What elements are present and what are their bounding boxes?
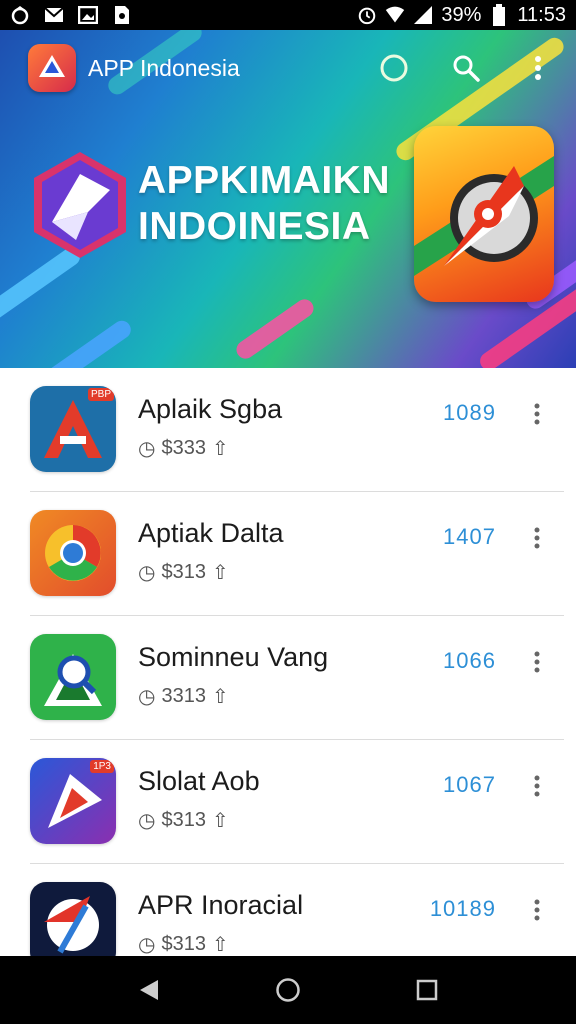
clock: 11:53 [517, 3, 566, 26]
app-name: APR Inoracial [138, 890, 304, 920]
hero-logo-icon [30, 150, 130, 260]
image-icon [78, 5, 98, 25]
app-code: 1066 [443, 648, 496, 673]
app-meta: ◷ 3313 ⇧ [138, 684, 229, 709]
app-icon: 1P3 [30, 758, 116, 844]
app-icon: PBP [30, 386, 116, 472]
search-icon[interactable] [448, 50, 484, 86]
more-icon[interactable] [522, 396, 552, 432]
header-banner: APP Indonesia APPKIMAIKN INDOINESIA [0, 30, 576, 368]
featured-app-icon[interactable] [414, 126, 554, 302]
app-price: $313 [161, 809, 206, 831]
wifi-icon [385, 5, 405, 25]
clock-icon: ◷ [138, 810, 156, 832]
hero-title-line-2: INDOINESIA [138, 205, 371, 248]
app-logo [28, 44, 76, 92]
app-meta: ◷ $313 ⇧ [138, 560, 229, 585]
back-icon[interactable] [129, 970, 169, 1010]
battery-percent: 39% [441, 3, 482, 26]
notification-icon [10, 5, 30, 25]
app-price: 3313 [161, 685, 206, 707]
app-icon [30, 882, 116, 956]
share-icon: ⇧ [211, 934, 229, 956]
app-title: APP Indonesia [88, 54, 240, 81]
app-price: $313 [161, 561, 206, 583]
battery-icon [489, 4, 509, 26]
clock-icon: ◷ [138, 562, 156, 584]
app-price: $333 [161, 437, 206, 459]
app-icon [30, 634, 116, 720]
clock-icon: ◷ [138, 934, 156, 956]
more-options-icon[interactable] [520, 50, 556, 86]
app-name: Slolat Aob [138, 766, 260, 796]
clock-icon: ◷ [138, 686, 156, 708]
app-code: 1089 [443, 400, 496, 425]
sim-icon [112, 5, 132, 25]
list-item[interactable]: Aptiak Dalta ◷ $313 ⇧ 1407 [0, 492, 576, 616]
list-item[interactable]: 1P3 Slolat Aob ◷ $313 ⇧ 1067 [0, 740, 576, 864]
share-icon: ⇧ [211, 438, 229, 460]
app-code: 1067 [443, 772, 496, 797]
mail-icon [44, 5, 64, 25]
list-item[interactable]: Sominneu Vang ◷ 3313 ⇧ 1066 [0, 616, 576, 740]
recents-icon[interactable] [407, 970, 447, 1010]
status-bar: 39% 11:53 [0, 0, 576, 30]
alarm-icon [357, 5, 377, 25]
app-badge: PBP [87, 388, 114, 401]
clock-icon: ◷ [138, 438, 156, 460]
app-badge: 1P3 [90, 760, 114, 773]
app-meta: ◷ $313 ⇧ [138, 808, 229, 833]
app-name: Aplaik Sgba [138, 394, 283, 424]
hero-title-line-1: APPKIMAIKN [138, 159, 391, 202]
app-name: Aptiak Dalta [138, 518, 284, 548]
app-icon [30, 510, 116, 596]
loading-icon [376, 50, 412, 86]
more-icon[interactable] [522, 892, 552, 928]
app-code: 1407 [443, 524, 496, 549]
app-bar: APP Indonesia [0, 30, 576, 106]
home-icon[interactable] [268, 970, 308, 1010]
navigation-bar [0, 956, 576, 1024]
more-icon[interactable] [522, 520, 552, 556]
hero-title: APPKIMAIKN INDOINESIA [138, 158, 390, 250]
share-icon: ⇧ [211, 686, 229, 708]
app-meta: ◷ $313 ⇧ [138, 932, 229, 956]
app-meta: ◷ $333 ⇧ [138, 436, 229, 461]
more-icon[interactable] [522, 644, 552, 680]
list-item[interactable]: APR Inoracial ◷ $313 ⇧ 10189 [0, 864, 576, 956]
share-icon: ⇧ [211, 562, 229, 584]
list-item[interactable]: PBP Aplaik Sgba ◷ $333 ⇧ 1089 [0, 368, 576, 492]
app-name: Sominneu Vang [138, 642, 329, 672]
app-code: 10189 [429, 896, 496, 921]
signal-icon [413, 5, 433, 25]
app-list: PBP Aplaik Sgba ◷ $333 ⇧ 1089 Aptiak Dal… [0, 368, 576, 956]
share-icon: ⇧ [211, 810, 229, 832]
app-price: $313 [161, 933, 206, 955]
more-icon[interactable] [522, 768, 552, 804]
